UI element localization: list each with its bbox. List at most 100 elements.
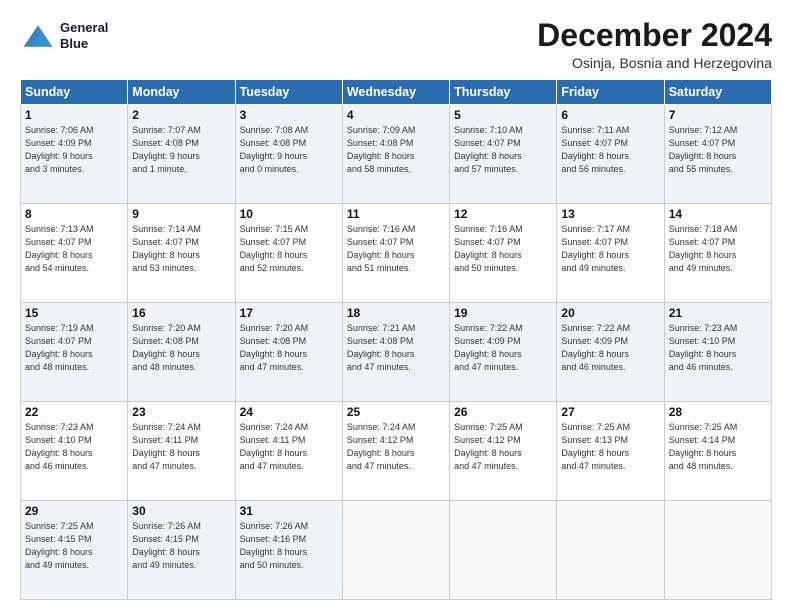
day-number: 14 xyxy=(669,207,767,221)
day-info: Sunrise: 7:25 AM Sunset: 4:14 PM Dayligh… xyxy=(669,421,767,473)
day-number: 11 xyxy=(347,207,445,221)
calendar-cell: 7Sunrise: 7:12 AM Sunset: 4:07 PM Daylig… xyxy=(664,105,771,204)
day-info: Sunrise: 7:26 AM Sunset: 4:15 PM Dayligh… xyxy=(132,520,230,572)
day-info: Sunrise: 7:11 AM Sunset: 4:07 PM Dayligh… xyxy=(561,124,659,176)
week-row-3: 15 Sunrise: 7:19 AM Sunset: 4:07 PM Dayli… xyxy=(21,303,772,402)
calendar-body: 1 Sunrise: 7:06 AM Sunset: 4:09 PM Daylig… xyxy=(21,105,772,600)
calendar-cell: 21Sunrise: 7:23 AM Sunset: 4:10 PM Dayli… xyxy=(664,303,771,402)
header-day-saturday: Saturday xyxy=(664,80,771,105)
day-number: 31 xyxy=(240,504,338,518)
day-number: 2 xyxy=(132,108,230,122)
calendar-title: December 2024 xyxy=(537,18,772,53)
day-info: Sunrise: 7:17 AM Sunset: 4:07 PM Dayligh… xyxy=(561,223,659,275)
logo-icon xyxy=(20,18,56,54)
calendar-cell: 6 Sunrise: 7:11 AM Sunset: 4:07 PM Daylig… xyxy=(557,105,664,204)
header-day-monday: Monday xyxy=(128,80,235,105)
day-number: 6 xyxy=(561,108,659,122)
day-number: 19 xyxy=(454,306,552,320)
calendar-cell: 22 Sunrise: 7:23 AM Sunset: 4:10 PM Dayli… xyxy=(21,402,128,501)
header-day-friday: Friday xyxy=(557,80,664,105)
header: General Blue December 2024 Osinja, Bosni… xyxy=(20,18,772,71)
day-number: 9 xyxy=(132,207,230,221)
calendar-cell: 30 Sunrise: 7:26 AM Sunset: 4:15 PM Dayli… xyxy=(128,501,235,600)
calendar-cell: 16 Sunrise: 7:20 AM Sunset: 4:08 PM Dayli… xyxy=(128,303,235,402)
day-info: Sunrise: 7:13 AM Sunset: 4:07 PM Dayligh… xyxy=(25,223,123,275)
calendar-cell: 11Sunrise: 7:16 AM Sunset: 4:07 PM Dayli… xyxy=(342,204,449,303)
day-number: 18 xyxy=(347,306,445,320)
day-info: Sunrise: 7:06 AM Sunset: 4:09 PM Dayligh… xyxy=(25,124,123,176)
calendar-cell xyxy=(664,501,771,600)
day-number: 10 xyxy=(240,207,338,221)
day-info: Sunrise: 7:18 AM Sunset: 4:07 PM Dayligh… xyxy=(669,223,767,275)
calendar-cell: 9 Sunrise: 7:14 AM Sunset: 4:07 PM Daylig… xyxy=(128,204,235,303)
logo-text: General Blue xyxy=(60,20,108,51)
day-number: 13 xyxy=(561,207,659,221)
day-info: Sunrise: 7:24 AM Sunset: 4:11 PM Dayligh… xyxy=(132,421,230,473)
calendar-cell: 13 Sunrise: 7:17 AM Sunset: 4:07 PM Dayli… xyxy=(557,204,664,303)
calendar-cell xyxy=(450,501,557,600)
day-number: 15 xyxy=(25,306,123,320)
week-row-1: 1 Sunrise: 7:06 AM Sunset: 4:09 PM Daylig… xyxy=(21,105,772,204)
day-info: Sunrise: 7:23 AM Sunset: 4:10 PM Dayligh… xyxy=(25,421,123,473)
calendar-cell: 15 Sunrise: 7:19 AM Sunset: 4:07 PM Dayli… xyxy=(21,303,128,402)
day-info: Sunrise: 7:25 AM Sunset: 4:13 PM Dayligh… xyxy=(561,421,659,473)
day-info: Sunrise: 7:22 AM Sunset: 4:09 PM Dayligh… xyxy=(454,322,552,374)
header-day-thursday: Thursday xyxy=(450,80,557,105)
header-day-tuesday: Tuesday xyxy=(235,80,342,105)
calendar-header-row: SundayMondayTuesdayWednesdayThursdayFrid… xyxy=(21,80,772,105)
day-number: 24 xyxy=(240,405,338,419)
calendar-cell: 10Sunrise: 7:15 AM Sunset: 4:07 PM Dayli… xyxy=(235,204,342,303)
day-number: 5 xyxy=(454,108,552,122)
calendar-cell xyxy=(342,501,449,600)
day-info: Sunrise: 7:08 AM Sunset: 4:08 PM Dayligh… xyxy=(240,124,338,176)
day-number: 3 xyxy=(240,108,338,122)
calendar-cell: 12Sunrise: 7:16 AM Sunset: 4:07 PM Dayli… xyxy=(450,204,557,303)
day-info: Sunrise: 7:20 AM Sunset: 4:08 PM Dayligh… xyxy=(240,322,338,374)
day-number: 21 xyxy=(669,306,767,320)
day-number: 30 xyxy=(132,504,230,518)
calendar-table: SundayMondayTuesdayWednesdayThursdayFrid… xyxy=(20,79,772,600)
day-number: 27 xyxy=(561,405,659,419)
day-info: Sunrise: 7:14 AM Sunset: 4:07 PM Dayligh… xyxy=(132,223,230,275)
day-number: 12 xyxy=(454,207,552,221)
calendar-cell: 26Sunrise: 7:25 AM Sunset: 4:12 PM Dayli… xyxy=(450,402,557,501)
calendar-cell: 19 Sunrise: 7:22 AM Sunset: 4:09 PM Dayli… xyxy=(450,303,557,402)
day-info: Sunrise: 7:10 AM Sunset: 4:07 PM Dayligh… xyxy=(454,124,552,176)
day-info: Sunrise: 7:25 AM Sunset: 4:12 PM Dayligh… xyxy=(454,421,552,473)
day-number: 28 xyxy=(669,405,767,419)
calendar-cell: 5 Sunrise: 7:10 AM Sunset: 4:07 PM Daylig… xyxy=(450,105,557,204)
day-number: 17 xyxy=(240,306,338,320)
calendar-cell: 31 Sunrise: 7:26 AM Sunset: 4:16 PM Dayli… xyxy=(235,501,342,600)
page: General Blue December 2024 Osinja, Bosni… xyxy=(0,0,792,612)
calendar-cell: 1 Sunrise: 7:06 AM Sunset: 4:09 PM Daylig… xyxy=(21,105,128,204)
calendar-cell: 29Sunrise: 7:25 AM Sunset: 4:15 PM Dayli… xyxy=(21,501,128,600)
day-number: 22 xyxy=(25,405,123,419)
calendar-cell: 25 Sunrise: 7:24 AM Sunset: 4:12 PM Dayli… xyxy=(342,402,449,501)
calendar-cell: 27 Sunrise: 7:25 AM Sunset: 4:13 PM Dayli… xyxy=(557,402,664,501)
header-day-wednesday: Wednesday xyxy=(342,80,449,105)
day-number: 16 xyxy=(132,306,230,320)
calendar-cell: 2 Sunrise: 7:07 AM Sunset: 4:08 PM Daylig… xyxy=(128,105,235,204)
title-block: December 2024 Osinja, Bosnia and Herzego… xyxy=(537,18,772,71)
day-info: Sunrise: 7:24 AM Sunset: 4:12 PM Dayligh… xyxy=(347,421,445,473)
calendar-cell: 18 Sunrise: 7:21 AM Sunset: 4:08 PM Dayli… xyxy=(342,303,449,402)
day-info: Sunrise: 7:07 AM Sunset: 4:08 PM Dayligh… xyxy=(132,124,230,176)
calendar-cell: 23 Sunrise: 7:24 AM Sunset: 4:11 PM Dayli… xyxy=(128,402,235,501)
calendar-cell: 20Sunrise: 7:22 AM Sunset: 4:09 PM Dayli… xyxy=(557,303,664,402)
week-row-4: 22 Sunrise: 7:23 AM Sunset: 4:10 PM Dayli… xyxy=(21,402,772,501)
week-row-5: 29Sunrise: 7:25 AM Sunset: 4:15 PM Dayli… xyxy=(21,501,772,600)
day-number: 23 xyxy=(132,405,230,419)
header-day-sunday: Sunday xyxy=(21,80,128,105)
calendar-cell: 24Sunrise: 7:24 AM Sunset: 4:11 PM Dayli… xyxy=(235,402,342,501)
day-info: Sunrise: 7:26 AM Sunset: 4:16 PM Dayligh… xyxy=(240,520,338,572)
day-info: Sunrise: 7:12 AM Sunset: 4:07 PM Dayligh… xyxy=(669,124,767,176)
day-info: Sunrise: 7:22 AM Sunset: 4:09 PM Dayligh… xyxy=(561,322,659,374)
calendar-cell xyxy=(557,501,664,600)
day-info: Sunrise: 7:19 AM Sunset: 4:07 PM Dayligh… xyxy=(25,322,123,374)
calendar-cell: 4Sunrise: 7:09 AM Sunset: 4:08 PM Daylig… xyxy=(342,105,449,204)
day-info: Sunrise: 7:20 AM Sunset: 4:08 PM Dayligh… xyxy=(132,322,230,374)
day-number: 1 xyxy=(25,108,123,122)
logo: General Blue xyxy=(20,18,108,54)
day-number: 25 xyxy=(347,405,445,419)
day-info: Sunrise: 7:21 AM Sunset: 4:08 PM Dayligh… xyxy=(347,322,445,374)
